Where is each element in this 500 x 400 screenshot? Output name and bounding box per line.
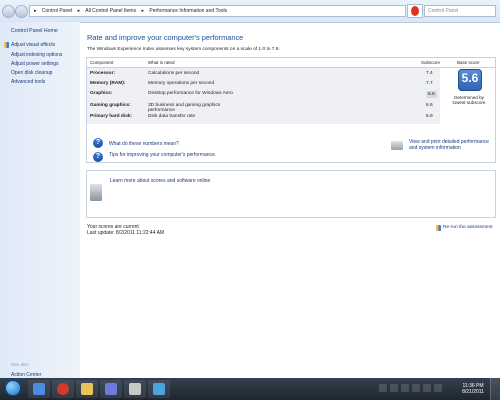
address-bar: ▸ Control Panel ▸ All Control Panel Item… <box>0 0 500 23</box>
page-title: Rate and improve your computer's perform… <box>87 33 244 42</box>
clock[interactable]: 11:36 PM 8/21/2011 <box>459 383 487 395</box>
tray-icon[interactable] <box>390 384 398 392</box>
row-what: Memory operations per second <box>148 81 215 86</box>
taskbar-app[interactable] <box>100 380 122 398</box>
tray-icon[interactable] <box>379 384 387 392</box>
row-subscore: 7.7 <box>426 81 433 86</box>
printer-icon <box>391 141 403 150</box>
print-details-link[interactable]: View and print detailed performance and … <box>409 139 497 151</box>
media-icon <box>105 383 117 395</box>
system-tray <box>379 384 459 394</box>
base-score-value: 5.6 <box>461 71 479 85</box>
row-component: Processor: <box>90 71 116 76</box>
back-button[interactable] <box>2 5 15 18</box>
row-what: Disk data transfer rate <box>148 114 196 119</box>
row-subscore: 7.4 <box>426 71 433 76</box>
ie-icon <box>33 383 45 395</box>
row-subscore-lowest: 5.6 <box>426 91 437 98</box>
breadcrumb-separator: ▸ <box>77 8 81 14</box>
base-score-label: Determined by lowest subscore <box>452 95 486 106</box>
shield-icon <box>4 42 9 48</box>
tray-icon[interactable] <box>412 384 420 392</box>
table-row: Processor: Calculations per second 7.4 <box>87 71 440 81</box>
row-component: Memory (RAM): <box>90 81 126 86</box>
header-base: Base score <box>457 60 480 65</box>
taskbar: 11:36 PM 8/21/2011 <box>0 378 500 400</box>
shield-icon <box>436 225 441 231</box>
nav-buttons <box>2 4 28 18</box>
volume-icon[interactable] <box>434 384 442 392</box>
sidebar-link-indexing[interactable]: Adjust indexing options <box>11 52 62 58</box>
refresh-button[interactable] <box>407 4 423 18</box>
clock-date: 8/21/2011 <box>462 389 484 395</box>
table-row: Primary hard disk: Disk data transfer ra… <box>87 114 440 124</box>
table-row: Memory (RAM): Memory operations per seco… <box>87 81 440 91</box>
breadcrumb-separator: ▸ <box>141 8 144 14</box>
row-what: Calculations per second <box>148 71 200 76</box>
breadcrumb-item[interactable]: All Control Panel Items <box>85 8 136 14</box>
taskbar-app[interactable] <box>148 380 170 398</box>
network-icon[interactable] <box>423 384 431 392</box>
table-header: Component What is rated Subscore Base sc… <box>87 58 495 68</box>
sidebar: Control Panel Home Adjust visual effects… <box>0 22 80 378</box>
forward-button[interactable] <box>15 5 28 18</box>
header-what: What is rated <box>148 60 175 65</box>
sidebar-link-visual-effects[interactable]: Adjust visual effects <box>11 42 55 48</box>
taskbar-app[interactable] <box>28 380 50 398</box>
row-what: Desktop performance for Windows Aero <box>148 91 233 96</box>
rerun-label: Re-run the assessment <box>443 225 493 230</box>
row-subscore: 6.6 <box>426 103 433 108</box>
app-icon <box>153 383 165 395</box>
table-row: Gaming graphics: 3D business and gaming … <box>87 103 440 113</box>
base-score-badge: 5.6 <box>458 69 482 91</box>
learn-more-link[interactable]: Learn more about scores and software onl… <box>110 178 222 184</box>
main-content: Rate and improve your computer's perform… <box>80 22 500 378</box>
sidebar-home-link[interactable]: Control Panel Home <box>11 28 58 34</box>
page-description: The Windows Experience Index assesses ke… <box>87 47 280 52</box>
sidebar-link-power[interactable]: Adjust power settings <box>11 61 59 67</box>
taskbar-app[interactable] <box>52 380 74 398</box>
row-subscore: 5.9 <box>426 114 433 119</box>
taskbar-app[interactable] <box>124 380 146 398</box>
folder-icon <box>81 383 93 395</box>
help-icon: ? <box>93 152 103 162</box>
row-component: Gaming graphics: <box>90 103 131 108</box>
start-button[interactable] <box>5 380 21 396</box>
search-input[interactable]: Control Panel <box>424 5 496 17</box>
tray-icon[interactable] <box>401 384 409 392</box>
breadcrumb-item[interactable]: Performance Information and Tools <box>149 8 227 14</box>
app-icon <box>129 383 141 395</box>
help-link-tips[interactable]: Tips for improving your computer's perfo… <box>109 152 219 158</box>
rerun-assessment-link[interactable]: Re-run the assessment <box>436 225 493 231</box>
row-component: Primary hard disk: <box>90 114 133 119</box>
base-score-panel: 5.6 Determined by lowest subscore <box>451 69 486 116</box>
help-link-numbers[interactable]: What do these numbers mean? <box>109 141 179 147</box>
see-also-heading: See also <box>11 362 29 367</box>
breadcrumb[interactable]: ▸ Control Panel ▸ All Control Panel Item… <box>29 5 406 17</box>
sidebar-link-disk-cleanup[interactable]: Open disk cleanup <box>11 70 52 76</box>
computer-icon <box>90 184 102 201</box>
status-text: Your scores are current Last update: 8/2… <box>87 224 164 236</box>
learn-more-panel: Learn more about scores and software onl… <box>86 170 496 218</box>
status-last-update: Last update: 8/2/2011 11:22:44 AM <box>87 230 165 236</box>
taskbar-app[interactable] <box>76 380 98 398</box>
row-what: 3D business and gaming graphics performa… <box>148 103 221 113</box>
row-component: Graphics: <box>90 91 113 96</box>
header-subscore: Subscore <box>421 60 441 65</box>
breadcrumb-separator: ▸ <box>34 8 37 14</box>
help-icon: ? <box>93 138 103 148</box>
sidebar-link-advanced-tools[interactable]: Advanced tools <box>11 79 45 85</box>
table-row: Graphics: Desktop performance for Window… <box>87 91 440 101</box>
opera-icon <box>57 383 69 395</box>
breadcrumb-item[interactable]: Control Panel <box>42 8 72 14</box>
header-component: Component <box>90 60 114 65</box>
show-desktop-button[interactable] <box>490 378 500 400</box>
refresh-icon <box>411 6 419 16</box>
